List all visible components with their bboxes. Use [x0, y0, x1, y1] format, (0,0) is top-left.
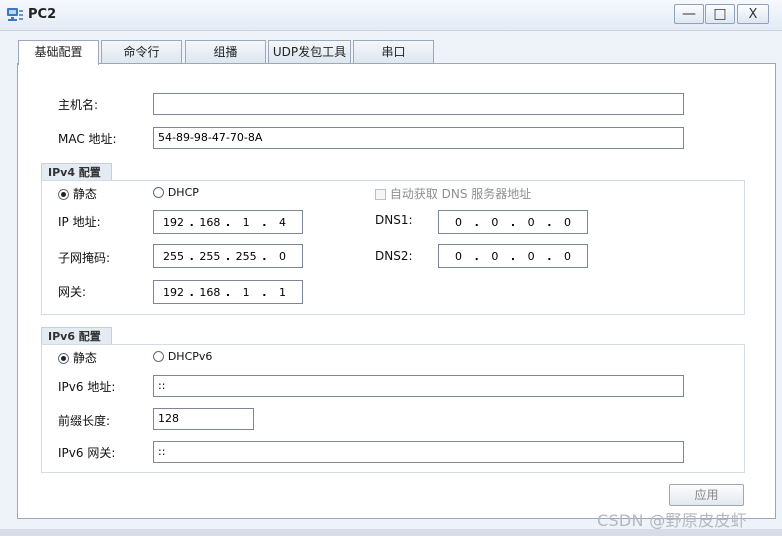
ip-octet-3: 1 — [242, 215, 250, 229]
subnet-mask-input[interactable]: 255. 255. 255. 0 — [153, 244, 303, 268]
mac-label: MAC 地址: — [58, 132, 117, 146]
octet-separator: . — [262, 215, 267, 229]
subnet-mask-label: 子网掩码: — [58, 251, 111, 265]
gateway-octet-1: 192 — [163, 285, 185, 299]
ipv6-gateway-input[interactable]: :: — [153, 441, 684, 463]
dns2-input[interactable]: 0. 0. 0. 0 — [438, 244, 588, 268]
octet-separator: . — [510, 215, 516, 229]
pc-app-icon — [7, 8, 23, 21]
ipv4-dhcp-radio[interactable] — [153, 187, 164, 198]
dns1-input[interactable]: 0. 0. 0. 0 — [438, 210, 588, 234]
octet-separator: . — [262, 249, 267, 263]
dns1-octet-4: 0 — [563, 215, 571, 229]
ip-octet-2: 168 — [199, 215, 221, 229]
apply-button[interactable]: 应用 — [669, 484, 744, 506]
minimize-button[interactable]: — — [674, 4, 704, 24]
ipv6-dhcp-radio[interactable] — [153, 351, 164, 362]
ipv6-static-option[interactable]: 静态 — [58, 349, 97, 366]
auto-dns-checkbox[interactable] — [375, 189, 386, 200]
dns2-octet-2: 0 — [491, 249, 499, 263]
ipv6-dhcp-label: DHCPv6 — [167, 350, 213, 363]
minimize-icon: — — [682, 6, 696, 22]
title-bar — [0, 0, 782, 31]
octet-separator: . — [510, 249, 516, 263]
gateway-octet-4: 1 — [278, 285, 286, 299]
ipv4-static-option[interactable]: 静态 — [58, 185, 97, 202]
octet-separator: . — [225, 249, 231, 263]
gateway-octet-2: 168 — [199, 285, 221, 299]
gateway-octet-3: 1 — [242, 285, 250, 299]
ip-octet-1: 192 — [163, 215, 185, 229]
gateway-input[interactable]: 192. 168. 1. 1 — [153, 280, 303, 304]
ipv6-static-radio[interactable] — [58, 353, 69, 364]
maximize-button[interactable]: □ — [705, 4, 735, 24]
ip-octet-4: 4 — [278, 215, 286, 229]
octet-separator: . — [225, 215, 231, 229]
ipv6-address-input[interactable]: :: — [153, 375, 684, 397]
octet-separator: . — [474, 215, 479, 229]
close-button[interactable]: X — [737, 4, 769, 24]
ipv4-static-radio[interactable] — [58, 189, 69, 200]
mask-octet-2: 255 — [199, 249, 221, 263]
octet-separator: . — [474, 249, 479, 263]
ipv4-dhcp-label: DHCP — [167, 186, 199, 199]
taskbar-strip — [0, 529, 782, 536]
auto-dns-option[interactable]: 自动获取 DNS 服务器地址 — [375, 185, 531, 202]
octet-separator: . — [262, 285, 267, 299]
ipv4-group-title: IPv4 配置 — [41, 163, 112, 181]
ipv4-dhcp-option[interactable]: DHCP — [153, 185, 199, 199]
ipv6-dhcp-option[interactable]: DHCPv6 — [153, 349, 212, 363]
octet-separator: . — [547, 249, 552, 263]
dns2-octet-1: 0 — [455, 249, 463, 263]
mask-octet-1: 255 — [163, 249, 185, 263]
dns2-octet-4: 0 — [563, 249, 571, 263]
octet-separator: . — [547, 215, 552, 229]
ipv6-static-label: 静态 — [72, 351, 97, 365]
window-title: PC2 — [28, 7, 57, 22]
auto-dns-label: 自动获取 DNS 服务器地址 — [389, 187, 532, 201]
prefix-length-input[interactable]: 128 — [153, 408, 254, 430]
ipv6-group-title: IPv6 配置 — [41, 327, 112, 345]
dns2-label: DNS2: — [375, 249, 413, 263]
dns1-octet-3: 0 — [527, 215, 535, 229]
tab-serial[interactable]: 串口 — [353, 40, 434, 64]
ip-address-label: IP 地址: — [58, 215, 101, 229]
prefix-length-label: 前缀长度: — [58, 414, 111, 428]
hostname-label: 主机名: — [58, 98, 99, 112]
tab-command-line[interactable]: 命令行 — [101, 40, 182, 64]
ipv6-address-label: IPv6 地址: — [58, 380, 116, 394]
tab-basic-config[interactable]: 基础配置 — [18, 40, 99, 65]
watermark-text: CSDN @野原皮皮虾 — [597, 511, 748, 530]
gateway-label: 网关: — [58, 285, 87, 299]
octet-separator: . — [189, 285, 194, 299]
mask-octet-4: 0 — [278, 249, 286, 263]
ipv6-gateway-label: IPv6 网关: — [58, 446, 116, 460]
dns1-octet-2: 0 — [491, 215, 499, 229]
close-icon: X — [748, 7, 758, 22]
mac-input[interactable]: 54-89-98-47-70-8A — [153, 127, 684, 149]
octet-separator: . — [225, 285, 231, 299]
ipv4-static-label: 静态 — [72, 187, 97, 201]
ip-address-input[interactable]: 192. 168. 1. 4 — [153, 210, 303, 234]
dns1-octet-1: 0 — [455, 215, 463, 229]
octet-separator: . — [189, 215, 194, 229]
octet-separator: . — [189, 249, 194, 263]
tab-udp-tool[interactable]: UDP发包工具 — [268, 40, 351, 64]
mask-octet-3: 255 — [235, 249, 257, 263]
dns1-label: DNS1: — [375, 213, 413, 227]
hostname-input[interactable] — [153, 93, 684, 115]
dns2-octet-3: 0 — [527, 249, 535, 263]
maximize-icon: □ — [713, 6, 727, 22]
tab-multicast[interactable]: 组播 — [185, 40, 266, 64]
